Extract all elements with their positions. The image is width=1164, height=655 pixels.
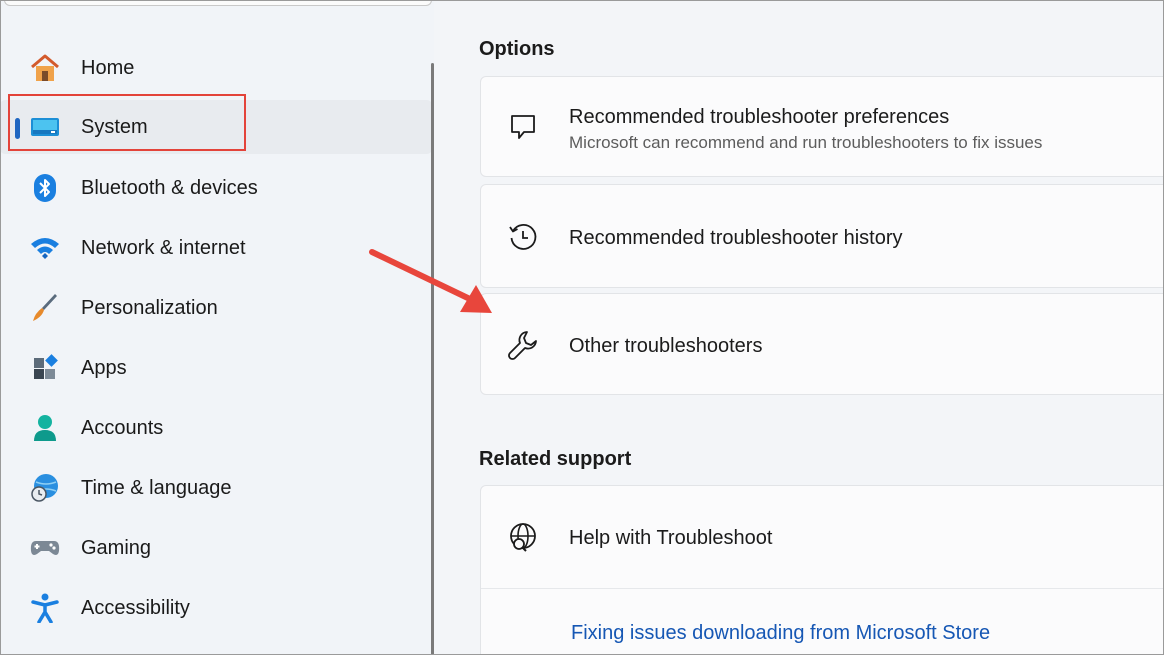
wifi-icon [28, 233, 62, 263]
options-heading: Options [479, 38, 555, 60]
gamepad-icon [28, 533, 62, 563]
annotation-arrow-icon [369, 249, 492, 313]
sidebar-item-label: Home [81, 56, 135, 79]
option-title: Other troubleshooters [569, 335, 763, 357]
sidebar-item-label: Accounts [81, 416, 164, 439]
related-support-heading: Related support [479, 448, 632, 470]
option-card-history[interactable]: Recommended troubleshooter history [480, 184, 1164, 288]
help-with-troubleshoot-row[interactable]: Help with Troubleshoot [481, 486, 1164, 588]
brush-icon [28, 293, 62, 323]
globe-search-icon [507, 521, 539, 553]
person-icon [28, 413, 62, 443]
sidebar-item-label: Apps [81, 356, 127, 379]
globe-clock-icon [28, 473, 62, 503]
related-support-card: Help with Troubleshoot Fixing issues dow… [480, 485, 1164, 655]
sidebar-item-label: Gaming [81, 536, 152, 559]
home-icon [28, 53, 62, 83]
option-subtitle: Microsoft can recommend and run troubles… [569, 133, 1043, 152]
sidebar-item-label: Time & language [81, 476, 232, 499]
sidebar-item-gaming[interactable]: Gaming [0, 521, 432, 575]
wrench-icon [507, 329, 539, 361]
sidebar-item-accounts[interactable]: Accounts [0, 401, 432, 455]
sidebar-item-label: Bluetooth & devices [81, 176, 258, 199]
search-box[interactable] [4, 0, 432, 6]
option-card-other-troubleshooters[interactable]: Other troubleshooters [480, 293, 1164, 395]
sidebar-item-label: Network & internet [81, 236, 246, 259]
sidebar-item-label: Personalization [81, 296, 218, 319]
help-title: Help with Troubleshoot [569, 527, 773, 549]
option-title: Recommended troubleshooter preferences [569, 106, 950, 128]
history-icon [507, 221, 539, 253]
sidebar: Home System Bluetooth & devices Network … [0, 0, 434, 655]
apps-icon [28, 353, 62, 383]
highlight-box [8, 94, 246, 151]
sidebar-item-accessibility[interactable]: Accessibility [0, 581, 432, 635]
sidebar-item-time-language[interactable]: Time & language [0, 461, 432, 515]
accessibility-icon [28, 593, 62, 623]
option-card-preferences[interactable]: Recommended troubleshooter preferences M… [480, 76, 1164, 177]
divider [481, 588, 1164, 589]
sidebar-item-bluetooth[interactable]: Bluetooth & devices [0, 161, 432, 215]
sidebar-item-label: Accessibility [81, 596, 190, 619]
sidebar-item-home[interactable]: Home [0, 41, 432, 95]
sidebar-scrollbar[interactable] [431, 63, 434, 655]
sidebar-item-apps[interactable]: Apps [0, 341, 432, 395]
option-title: Recommended troubleshooter history [569, 227, 903, 249]
chat-bubble-icon [507, 111, 539, 143]
bluetooth-icon [28, 173, 62, 203]
fixing-downloads-link[interactable]: Fixing issues downloading from Microsoft… [571, 622, 990, 645]
